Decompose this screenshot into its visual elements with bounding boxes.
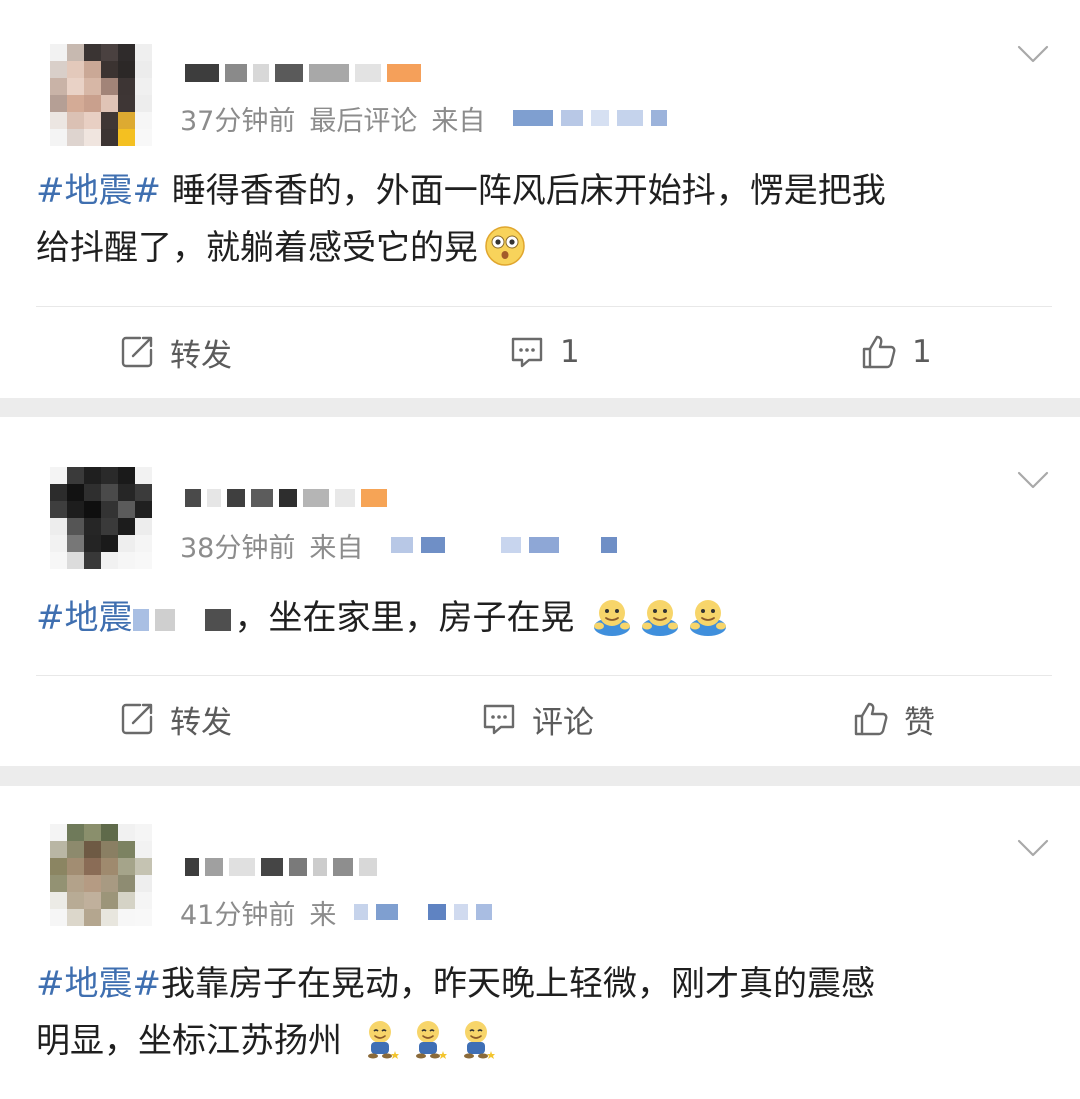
source-mask [354,904,493,920]
source-label: 来自 [309,532,364,564]
post-line: #地震# 睡得香香的，外面一阵风后床开始抖，愣是把我 [36,163,1051,220]
post-line: #地震 ，坐在家里，房子在晃 [36,590,1051,647]
thumbs-up-icon [854,702,888,736]
comment-label: 评论 [532,704,594,741]
post-line: #地震#我靠房子在晃动，昨天晚上轻微，刚才真的震感 [36,956,1051,1013]
comment-icon [483,704,515,735]
sitting-doge-icon [463,1021,495,1059]
divider [36,675,1052,676]
username[interactable] [185,62,421,84]
post-card[interactable]: 37分钟前 最后评论 来自 #地震# 睡得香香的，外面一阵风后床开始抖，愣是把我… [0,0,1080,398]
last-comment-label: 最后评论 [309,105,418,137]
hashtag-link[interactable]: #地震# [36,964,161,1004]
hashtag-link[interactable]: #地震 [36,598,133,638]
thumbs-up-icon [862,335,896,369]
repost-icon [121,703,153,735]
chevron-down-icon[interactable] [1016,830,1050,864]
comment-count: 1 [560,334,580,370]
post-text: #地震#我靠房子在晃动，昨天晚上轻微，刚才真的震感 明显，坐标江苏扬州 [36,956,1051,1070]
source-mask [391,537,618,553]
post-text-body: ，坐在家里，房子在晃 [234,598,575,638]
post-card[interactable]: 38分钟前 来自 #地震 ，坐在家里，房子在晃 转发 评论 赞 [0,417,1080,766]
post-meta: 37分钟前 最后评论 来自 [180,100,668,137]
flushed-face-icon [485,226,525,266]
like-count: 1 [912,334,932,370]
post-text-line1: 我靠房子在晃动，昨天晚上轻微，刚才真的震感 [160,964,875,1004]
repost-button[interactable]: 转发 [118,697,232,741]
source-mask [513,110,668,126]
source-label: 来自 [431,105,486,137]
like-button[interactable]: 1 [860,330,932,374]
username[interactable] [185,487,387,509]
username[interactable] [185,856,377,878]
post-meta: 41分钟前 来 [180,894,493,931]
doge-hug-icon [642,600,679,636]
post-line: 明显，坐标江苏扬州 [36,1013,1051,1070]
avatar[interactable] [50,824,152,926]
source-label: 来 [309,899,337,931]
post-line: 给抖醒了，就躺着感受它的晃 [36,220,1051,277]
sitting-doge-icon [415,1021,447,1059]
hashtag-link[interactable]: #地震# [36,171,161,211]
avatar[interactable] [50,44,152,146]
like-label: 赞 [904,704,935,741]
post-card[interactable]: 41分钟前 来 #地震#我靠房子在晃动，昨天晚上轻微，刚才真的震感 明显，坐标江… [0,786,1080,1099]
post-text: #地震 ，坐在家里，房子在晃 [36,590,1051,647]
repost-label: 转发 [170,704,232,741]
chevron-down-icon[interactable] [1016,36,1050,70]
comment-button[interactable]: 1 [508,330,580,374]
sitting-doge-icon [367,1021,399,1059]
post-time: 41分钟前 [180,899,296,931]
avatar[interactable] [50,467,152,569]
post-meta: 38分钟前 来自 [180,527,618,564]
post-text-line2: 明显，坐标江苏扬州 [36,1021,342,1061]
repost-label: 转发 [170,337,232,374]
comment-icon [511,337,543,368]
chevron-down-icon[interactable] [1016,462,1050,496]
post-time: 37分钟前 [180,105,296,137]
post-time: 38分钟前 [180,532,296,564]
post-text: #地震# 睡得香香的，外面一阵风后床开始抖，愣是把我 给抖醒了，就躺着感受它的晃 [36,163,1051,277]
repost-button[interactable]: 转发 [118,330,232,374]
divider [36,306,1052,307]
like-button[interactable]: 赞 [852,697,935,741]
repost-icon [121,336,153,368]
doge-hug-icon [690,600,727,636]
post-text-line1: 睡得香香的，外面一阵风后床开始抖，愣是把我 [171,171,886,211]
hashtag-mask [132,608,231,631]
post-text-line2: 给抖醒了，就躺着感受它的晃 [36,228,478,268]
comment-button[interactable]: 评论 [480,697,594,741]
doge-hug-icon [594,600,631,636]
